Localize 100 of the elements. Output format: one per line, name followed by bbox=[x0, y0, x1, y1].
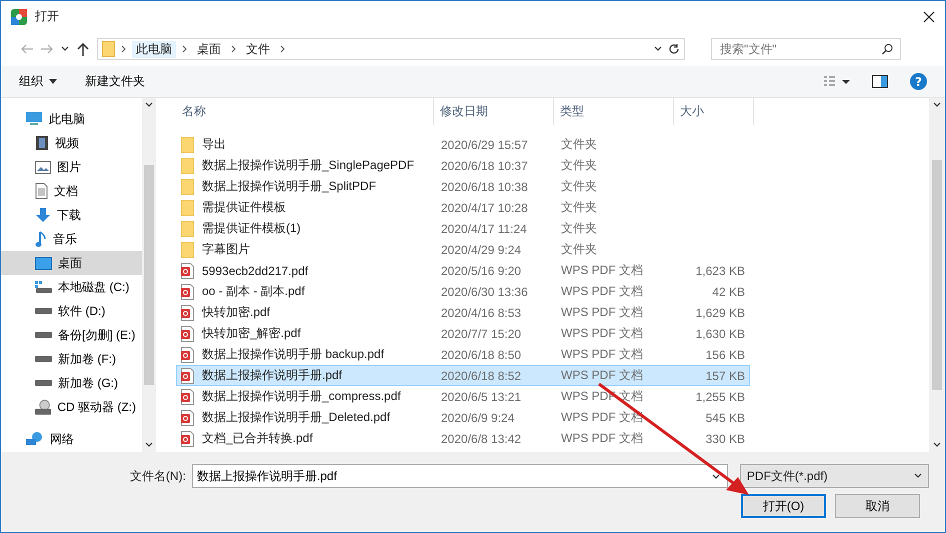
file-row[interactable]: 需提供证件模板 2020/4/17 10:28 文件夹 bbox=[176, 197, 750, 218]
pdf-file-icon bbox=[181, 410, 194, 426]
file-row[interactable]: 数据上报操作说明手册_SinglePagePDF 2020/6/18 10:37 文件夹 bbox=[176, 155, 750, 176]
file-row[interactable]: 数据上报操作说明手册_SplitPDF 2020/6/18 10:38 文件夹 bbox=[176, 176, 750, 197]
file-name: 快转加密.pdf bbox=[202, 304, 270, 321]
file-row[interactable]: 5993ecb2dd217.pdf 2020/5/16 9:20 WPS PDF 文档 1,623 KB bbox=[176, 260, 750, 281]
recent-locations-icon bbox=[61, 46, 69, 52]
file-name: 快转加密_解密.pdf bbox=[202, 325, 301, 342]
filename-label: 文件名(N): bbox=[128, 468, 186, 484]
sidebar-item[interactable]: 网络 bbox=[1, 427, 142, 451]
chevron-icon bbox=[280, 45, 285, 53]
file-type-dropdown[interactable]: PDF文件(*.pdf) bbox=[740, 464, 929, 488]
folder-icon bbox=[181, 242, 194, 258]
help-button[interactable]: ? bbox=[910, 73, 927, 90]
breadcrumb[interactable]: 文件 bbox=[242, 40, 274, 58]
modified-date: 2020/4/16 8:53 bbox=[440, 306, 522, 320]
file-type: WPS PDF 文档 bbox=[560, 430, 644, 447]
column-header[interactable]: 修改日期 bbox=[434, 98, 554, 125]
file-type: 文件夹 bbox=[560, 241, 598, 258]
scroll-down-icon bbox=[933, 442, 941, 448]
file-type: 文件夹 bbox=[560, 157, 598, 174]
column-header[interactable]: 类型 bbox=[554, 98, 674, 125]
file-name: 5993ecb2dd217.pdf bbox=[202, 264, 308, 278]
pdf-file-icon bbox=[181, 284, 194, 300]
drive-icon bbox=[35, 356, 52, 362]
file-row[interactable]: 字幕图片 2020/4/29 9:24 文件夹 bbox=[176, 239, 750, 260]
sidebar-item[interactable]: 文档 bbox=[1, 179, 142, 203]
filename-field[interactable]: 数据上报操作说明手册.pdf bbox=[192, 464, 728, 488]
file-type: WPS PDF 文档 bbox=[560, 367, 644, 384]
file-name: 数据上报操作说明手册 backup.pdf bbox=[202, 346, 384, 363]
sidebar-item[interactable]: 本地磁盘 (C:) bbox=[1, 275, 142, 299]
pdf-file-icon bbox=[181, 304, 194, 320]
refresh-icon[interactable] bbox=[668, 43, 680, 55]
down-arrow-icon bbox=[35, 207, 51, 223]
modified-date: 2020/6/18 8:52 bbox=[440, 368, 522, 382]
sidebar-item[interactable]: 桌面 bbox=[1, 251, 142, 275]
cancel-button[interactable]: 取消 bbox=[835, 494, 920, 518]
new-folder-button[interactable]: 新建文件夹 bbox=[85, 71, 145, 92]
folder-icon bbox=[102, 41, 115, 57]
file-row[interactable]: 文档_已合并转换.pdf 2020/6/8 13:42 WPS PDF 文档 330 KB bbox=[176, 428, 750, 449]
file-size: 1,629 KB bbox=[694, 306, 745, 320]
sidebar-item[interactable]: 此电脑 bbox=[1, 107, 142, 131]
file-type: WPS PDF 文档 bbox=[560, 304, 644, 321]
view-options-icon[interactable] bbox=[824, 76, 850, 88]
file-list-scrollbar[interactable] bbox=[929, 98, 945, 452]
file-row[interactable]: oo - 副本 - 副本.pdf 2020/6/30 13:36 WPS PDF 文档 42 KB bbox=[176, 281, 750, 302]
file-row[interactable]: 快转加密_解密.pdf 2020/7/7 15:20 WPS PDF 文档 1,630 KB bbox=[176, 323, 750, 344]
file-row[interactable]: 数据上报操作说明手册.pdf 2020/6/18 8:52 WPS PDF 文档 157 KB bbox=[176, 365, 750, 386]
file-size: 1,255 KB bbox=[694, 390, 745, 404]
sidebar-item[interactable]: 视频 bbox=[1, 131, 142, 155]
folder-icon bbox=[181, 200, 194, 216]
file-row[interactable]: 快转加密.pdf 2020/4/16 8:53 WPS PDF 文档 1,629 KB bbox=[176, 302, 750, 323]
sidebar-item[interactable]: CD 驱动器 (Z:) bbox=[1, 395, 142, 419]
file-type: 文件夹 bbox=[560, 220, 598, 237]
chevron-icon bbox=[231, 45, 236, 53]
organize-button[interactable]: 组织 bbox=[19, 71, 57, 92]
breadcrumb[interactable]: 此电脑 bbox=[132, 40, 176, 58]
desktop-icon bbox=[35, 256, 52, 270]
close-icon[interactable] bbox=[923, 10, 935, 22]
network-icon bbox=[25, 431, 44, 447]
preview-pane-icon[interactable] bbox=[872, 75, 888, 88]
sidebar-item[interactable]: 新加卷 (F:) bbox=[1, 347, 142, 371]
sidebar-item[interactable]: 图片 bbox=[1, 155, 142, 179]
file-type: WPS PDF 文档 bbox=[560, 262, 644, 279]
file-size: 157 KB bbox=[704, 368, 745, 382]
modified-date: 2020/6/29 15:57 bbox=[440, 138, 529, 152]
document-icon bbox=[35, 183, 48, 199]
file-name: 文档_已合并转换.pdf bbox=[202, 430, 313, 447]
open-button[interactable]: 打开(O) bbox=[741, 494, 826, 518]
sidebar-item[interactable]: 音乐 bbox=[1, 227, 142, 251]
address-bar[interactable]: 此电脑 桌面 文件 bbox=[97, 38, 685, 60]
file-row[interactable]: 导出 2020/6/29 15:57 文件夹 bbox=[176, 134, 750, 155]
modified-date: 2020/6/18 8:50 bbox=[440, 348, 522, 362]
film-icon bbox=[35, 135, 49, 151]
file-name: 数据上报操作说明手册_compress.pdf bbox=[202, 388, 401, 405]
music-note-icon bbox=[35, 230, 47, 248]
file-size: 156 KB bbox=[704, 348, 745, 362]
search-field[interactable]: 搜索"文件" bbox=[711, 38, 901, 60]
pdf-file-icon bbox=[181, 326, 194, 342]
up-arrow-icon[interactable] bbox=[77, 42, 89, 56]
sidebar-scrollbar[interactable] bbox=[142, 98, 156, 452]
file-row[interactable]: 需提供证件模板(1) 2020/4/17 11:24 文件夹 bbox=[176, 218, 750, 239]
file-size: 1,630 KB bbox=[694, 326, 745, 340]
column-header[interactable]: 大小 bbox=[674, 98, 754, 125]
file-size: 330 KB bbox=[704, 432, 745, 446]
file-type: WPS PDF 文档 bbox=[560, 346, 644, 363]
file-type: WPS PDF 文档 bbox=[560, 283, 644, 300]
cd-drive-icon bbox=[35, 399, 52, 415]
sidebar-item[interactable]: 新加卷 (G:) bbox=[1, 371, 142, 395]
sidebar-item[interactable]: 软件 (D:) bbox=[1, 299, 142, 323]
file-name: 数据上报操作说明手册.pdf bbox=[202, 367, 342, 384]
folder-icon bbox=[181, 178, 194, 194]
sidebar-item[interactable]: 下载 bbox=[1, 203, 142, 227]
file-size: 1,623 KB bbox=[694, 264, 745, 278]
sidebar-item[interactable]: 备份[勿删] (E:) bbox=[1, 323, 142, 347]
column-header[interactable]: 名称 bbox=[176, 98, 434, 125]
breadcrumb[interactable]: 桌面 bbox=[193, 40, 225, 58]
file-row[interactable]: 数据上报操作说明手册 backup.pdf 2020/6/18 8:50 WPS PDF 文档 156 KB bbox=[176, 344, 750, 365]
modified-date: 2020/6/30 13:36 bbox=[440, 284, 529, 298]
dropdown-icon bbox=[712, 474, 720, 480]
